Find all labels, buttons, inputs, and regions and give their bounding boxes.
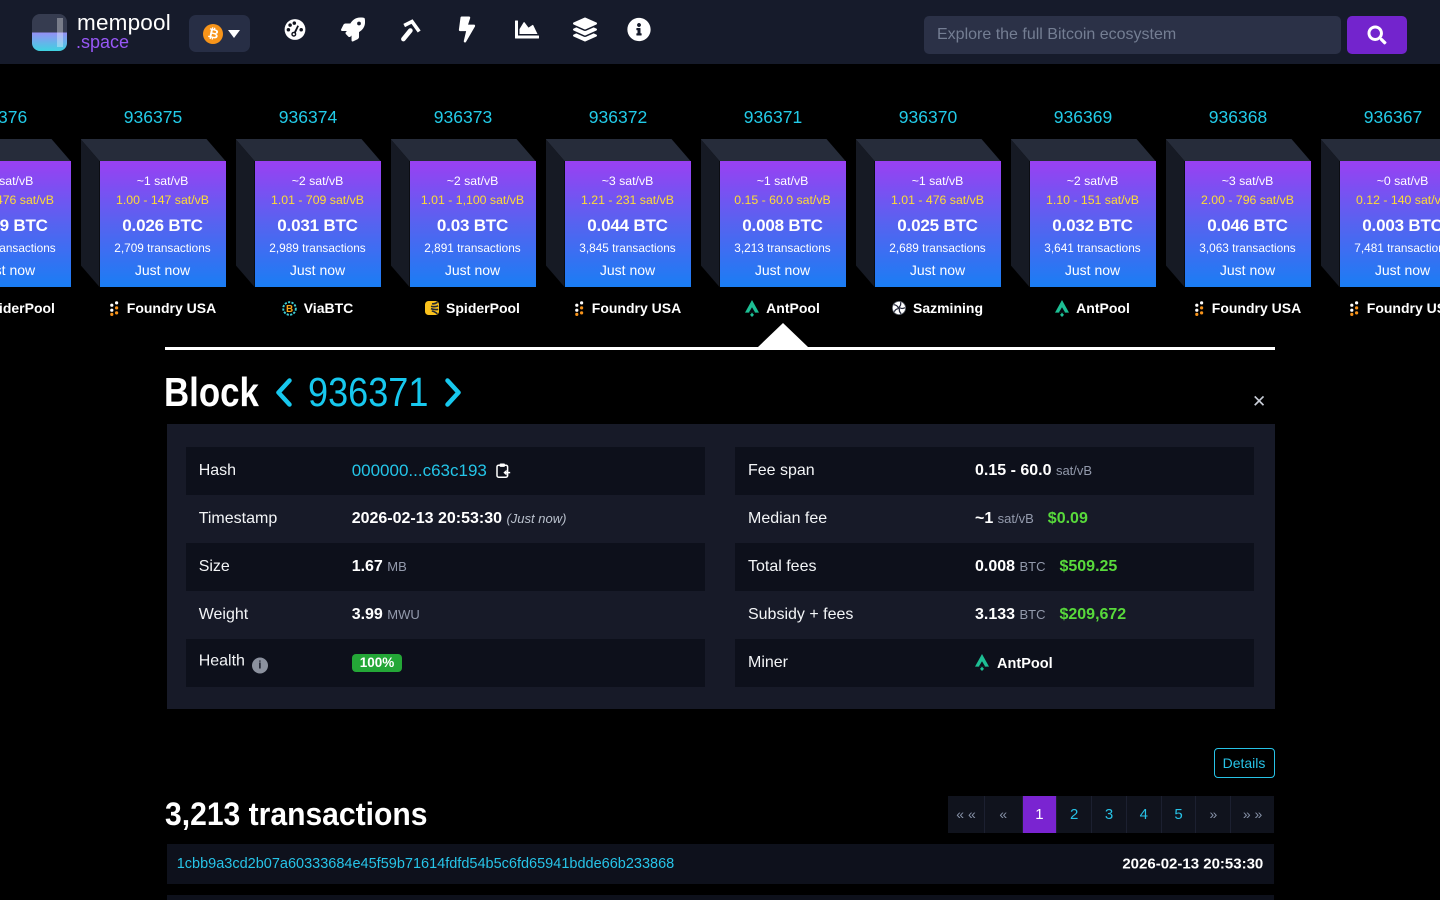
svg-text:B: B — [286, 304, 293, 315]
